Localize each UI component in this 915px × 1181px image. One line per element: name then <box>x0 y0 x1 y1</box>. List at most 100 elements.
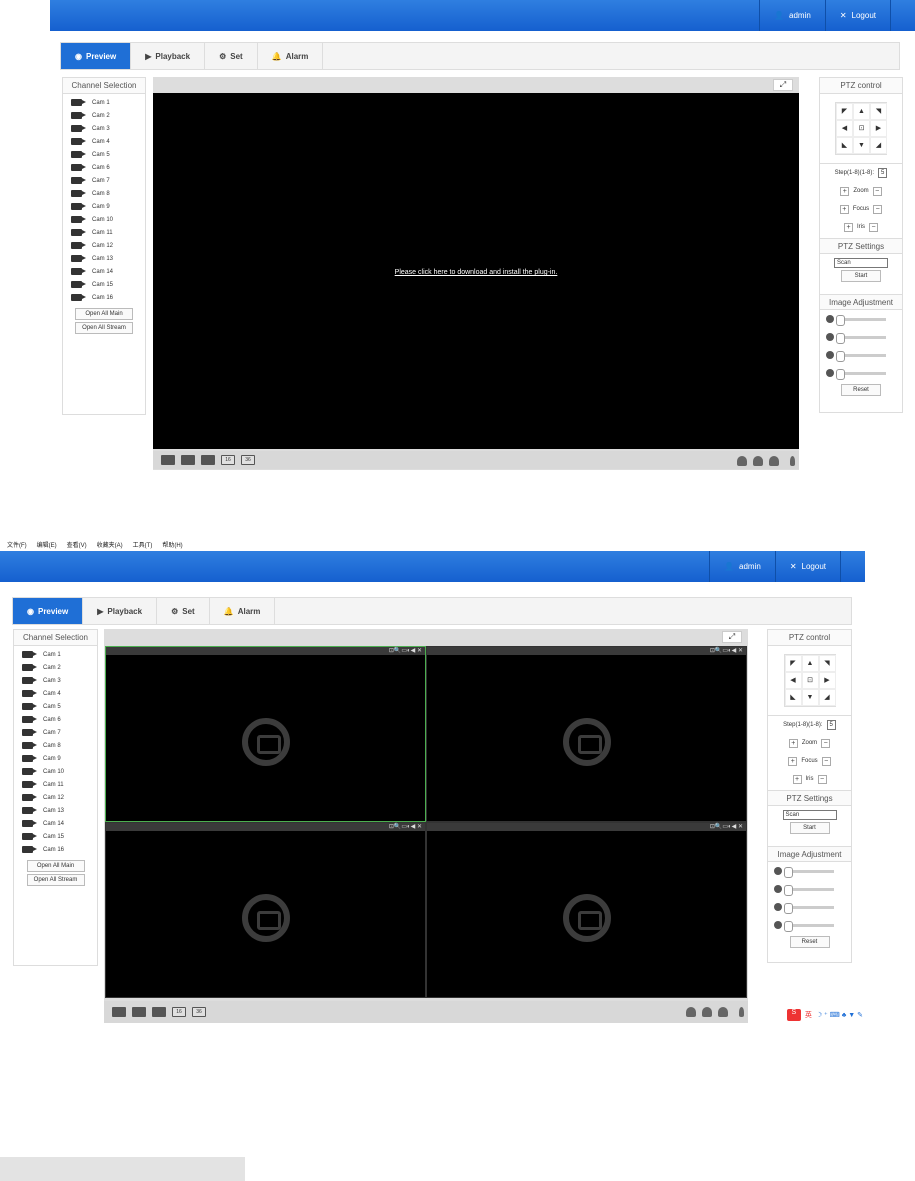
mic-icon[interactable] <box>790 456 795 466</box>
tab-set[interactable]: ⚙ Set <box>205 43 258 69</box>
layout-4-button-2[interactable] <box>132 1007 146 1017</box>
open-all-main-button[interactable]: Open All Main <box>75 308 133 320</box>
ptz-left-button[interactable]: ◀ <box>836 120 853 137</box>
logout-button[interactable]: ✕ Logout <box>824 0 891 31</box>
channel-item[interactable]: Cam 2 <box>14 661 97 674</box>
snapshot-icon[interactable] <box>702 1007 712 1017</box>
iris-in-button[interactable]: + <box>792 774 802 784</box>
focus-out-button[interactable]: − <box>873 204 883 214</box>
ptz-center-button[interactable]: ⊡ <box>853 120 870 137</box>
ptz-down-right-button[interactable]: ◢ <box>818 689 836 706</box>
layout-9-button[interactable] <box>201 455 215 465</box>
layout-16-button-2[interactable]: 16 <box>172 1007 186 1017</box>
step-select[interactable]: 5 <box>878 168 888 178</box>
zoom-out-button[interactable]: − <box>821 738 831 748</box>
tile-toolbar[interactable]: ⊡🔍▭◐◀ ✕ <box>106 647 425 655</box>
ptz-up-right-button[interactable]: ◥ <box>818 655 836 672</box>
channel-item[interactable]: Cam 6 <box>14 713 97 726</box>
tab-playback[interactable]: ▶ Playback <box>131 43 206 69</box>
channel-item[interactable]: Cam 4 <box>63 135 145 148</box>
focus-out-button[interactable]: − <box>821 756 831 766</box>
plugin-download-link[interactable]: Please click here to download and instal… <box>153 269 799 276</box>
channel-item[interactable]: Cam 8 <box>63 187 145 200</box>
channel-item[interactable]: Cam 9 <box>63 200 145 213</box>
tab-alarm[interactable]: 🔔 Alarm <box>258 43 324 69</box>
menu-item[interactable]: 收藏夹(A) <box>97 540 123 549</box>
ptz-up-button[interactable]: ▲ <box>801 655 819 672</box>
user-button-2[interactable]: 👤 admin <box>709 551 775 582</box>
tab-preview[interactable]: ◉ Preview <box>61 43 132 69</box>
channel-item[interactable]: Cam 10 <box>63 213 145 226</box>
ptz-down-button[interactable]: ▼ <box>853 137 870 154</box>
ptz-down-left-button[interactable]: ◣ <box>784 689 802 706</box>
iris-out-button[interactable]: − <box>817 774 827 784</box>
sogou-icon[interactable]: S <box>786 1009 801 1021</box>
channel-item[interactable]: Cam 1 <box>14 648 97 661</box>
ptz-right-button[interactable]: ▶ <box>818 672 836 689</box>
channel-item[interactable]: Cam 16 <box>14 843 97 856</box>
channel-item[interactable]: Cam 11 <box>63 226 145 239</box>
hue-slider[interactable] <box>836 368 886 380</box>
focus-in-button[interactable]: + <box>839 204 849 214</box>
channel-item[interactable]: Cam 2 <box>63 109 145 122</box>
layout-custom-button-2[interactable]: 36 <box>192 1007 206 1017</box>
record-icon[interactable] <box>737 456 747 466</box>
brightness-slider[interactable] <box>836 314 886 326</box>
channel-item[interactable]: Cam 5 <box>63 148 145 161</box>
iris-out-button[interactable]: − <box>869 222 878 232</box>
video-tile-4[interactable]: ⊡🔍▭◐◀ ✕ <box>426 822 747 998</box>
mic-icon[interactable] <box>739 1007 744 1017</box>
tile-toolbar[interactable]: ⊡🔍▭◐◀ ✕ <box>106 823 425 831</box>
tab-playback-2[interactable]: ▶ Playback <box>83 598 158 624</box>
layout-4-button[interactable] <box>181 455 195 465</box>
ptz-up-left-button[interactable]: ◤ <box>836 103 853 120</box>
channel-item[interactable]: Cam 13 <box>63 252 145 265</box>
fullscreen-button-2[interactable]: ⤢ <box>722 631 742 643</box>
channel-item[interactable]: Cam 7 <box>63 174 145 187</box>
channel-item[interactable]: Cam 15 <box>14 830 97 843</box>
logout-button-2[interactable]: ✕ Logout <box>774 551 841 582</box>
user-button[interactable]: 👤 admin <box>759 0 825 31</box>
layout-9-button-2[interactable] <box>152 1007 166 1017</box>
ptz-up-right-button[interactable]: ◥ <box>870 103 887 120</box>
channel-item[interactable]: Cam 14 <box>63 265 145 278</box>
channel-item[interactable]: Cam 4 <box>14 687 97 700</box>
channel-item[interactable]: Cam 12 <box>14 791 97 804</box>
talk-icon[interactable] <box>769 456 779 466</box>
tile-toolbar[interactable]: ⊡🔍▭◐◀ ✕ <box>427 823 746 831</box>
tab-set-2[interactable]: ⚙ Set <box>157 598 210 624</box>
ptz-down-left-button[interactable]: ◣ <box>836 137 853 154</box>
channel-item[interactable]: Cam 15 <box>63 278 145 291</box>
saturation-slider[interactable] <box>784 902 834 914</box>
reset-button-2[interactable]: Reset <box>789 936 830 948</box>
zoom-in-button[interactable]: + <box>788 738 798 748</box>
menu-item[interactable]: 工具(T) <box>133 540 153 549</box>
channel-item[interactable]: Cam 5 <box>14 700 97 713</box>
focus-in-button[interactable]: + <box>788 756 798 766</box>
saturation-slider[interactable] <box>836 350 886 362</box>
layout-1-button-2[interactable] <box>112 1007 126 1017</box>
talk-icon[interactable] <box>718 1007 728 1017</box>
snapshot-icon[interactable] <box>753 456 763 466</box>
channel-item[interactable]: Cam 14 <box>14 817 97 830</box>
menu-item[interactable]: 文件(F) <box>7 540 27 549</box>
open-all-stream-button[interactable]: Open All Stream <box>75 322 133 334</box>
ptz-down-right-button[interactable]: ◢ <box>870 137 887 154</box>
ptz-start-button-2[interactable]: Start <box>789 822 830 834</box>
zoom-out-button[interactable]: − <box>872 186 882 196</box>
iris-in-button[interactable]: + <box>844 222 853 232</box>
ptz-right-button[interactable]: ▶ <box>870 120 887 137</box>
brightness-slider[interactable] <box>784 866 834 878</box>
channel-item[interactable]: Cam 12 <box>63 239 145 252</box>
tray-tools-icon[interactable]: ☽ ⁺ ⌨ ♣ ▼ ✎ <box>816 1011 863 1019</box>
fullscreen-button[interactable]: ⤢ <box>773 79 793 91</box>
open-all-main-button-2[interactable]: Open All Main <box>26 860 85 872</box>
layout-16-button[interactable]: 16 <box>221 455 235 465</box>
channel-item[interactable]: Cam 3 <box>14 674 97 687</box>
zoom-in-button[interactable]: + <box>840 186 850 196</box>
channel-item[interactable]: Cam 7 <box>14 726 97 739</box>
channel-item[interactable]: Cam 11 <box>14 778 97 791</box>
channel-item[interactable]: Cam 10 <box>14 765 97 778</box>
ptz-down-button[interactable]: ▼ <box>801 689 819 706</box>
ime-lang-icon[interactable]: 英 <box>805 1010 812 1020</box>
